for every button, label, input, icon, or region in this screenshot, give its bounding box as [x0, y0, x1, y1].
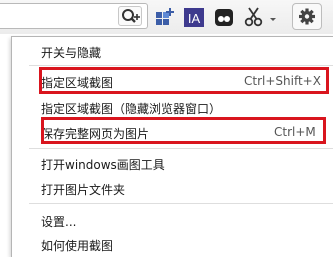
menu-item-label: 如何使用截图	[41, 239, 114, 253]
browser-toolbar: IA	[0, 0, 333, 34]
menu-divider	[29, 203, 333, 204]
chevron-down-icon	[270, 18, 276, 21]
menu-item-how-to-use[interactable]: 如何使用截图	[12, 234, 333, 254]
menu-item-label: 开关与隐藏	[41, 46, 102, 60]
zoom-in-icon	[122, 9, 140, 23]
menu-item-toggle-hide[interactable]: 开关与隐藏	[12, 41, 333, 61]
menu-item-region-capture-hide-browser[interactable]: 指定区域截图（隐藏浏览器窗口）	[12, 97, 333, 117]
highlight-box	[39, 67, 329, 94]
menu-divider	[29, 65, 333, 66]
ia-extension-button[interactable]: IA	[182, 5, 206, 29]
highlight-box	[41, 117, 326, 144]
screenshot-extension-button[interactable]	[242, 5, 278, 29]
spy-extension-button[interactable]	[212, 5, 236, 29]
menu-item-open-image-folder[interactable]: 打开图片文件夹	[12, 178, 333, 198]
address-bar[interactable]	[0, 3, 148, 29]
gear-icon	[299, 8, 315, 25]
zoom-in-button[interactable]	[118, 6, 142, 26]
ia-label: IA	[188, 11, 201, 26]
menu-item-label: 指定区域截图（隐藏浏览器窗口）	[41, 102, 222, 116]
menu-item-label: 打开windows画图工具	[41, 158, 165, 172]
menu-item-label: 设置...	[41, 215, 77, 229]
spy-extension-icon	[215, 9, 233, 26]
apps-grid-button[interactable]	[153, 5, 177, 29]
scissors-icon	[244, 7, 263, 27]
menu-divider	[29, 148, 333, 149]
settings-button[interactable]	[292, 3, 322, 30]
menu-item-open-paint[interactable]: 打开windows画图工具	[12, 153, 333, 173]
menu-item-settings[interactable]: 设置...	[12, 210, 333, 230]
apps-grid-icon	[156, 8, 174, 25]
ia-extension-icon: IA	[184, 8, 204, 27]
menu-item-label: 打开图片文件夹	[41, 183, 126, 197]
